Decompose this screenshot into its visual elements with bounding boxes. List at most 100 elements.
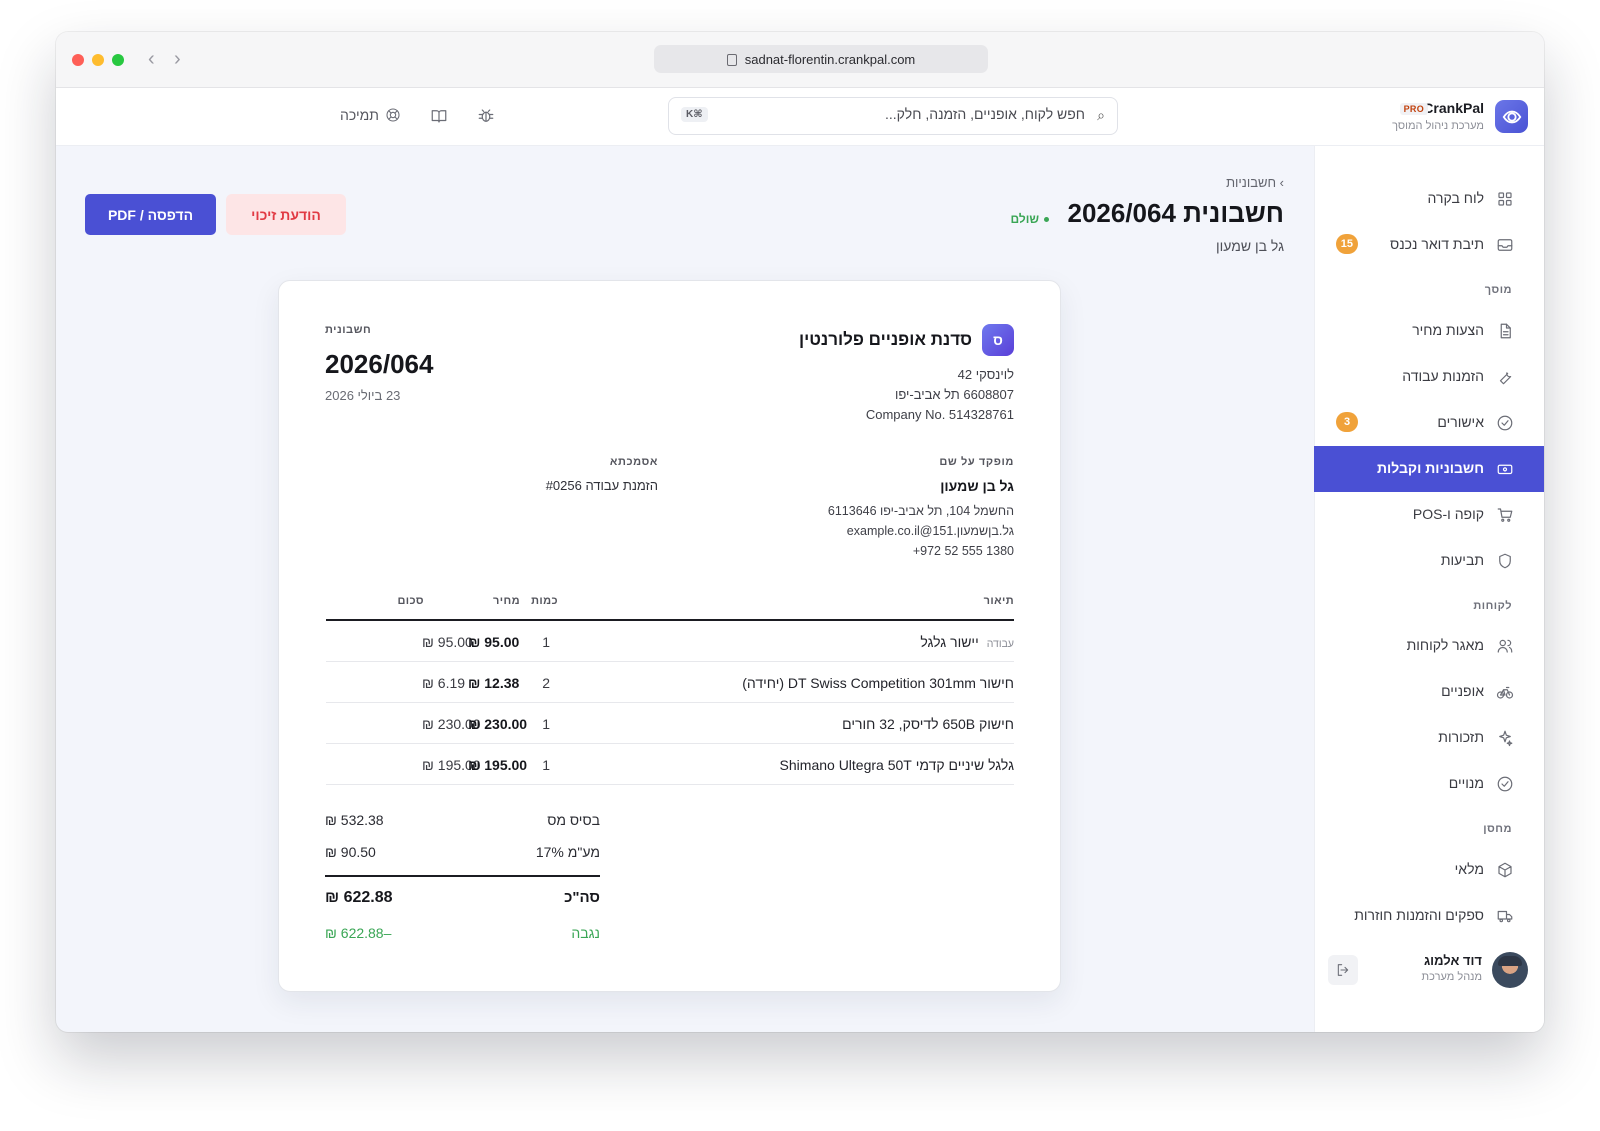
brand[interactable]: CrankPal PRO מערכת ניהול המוסך [1308,100,1528,136]
sidebar-item-label: לוח בקרה [1427,190,1484,206]
global-search[interactable]: ⌕ ⌘K [668,97,1118,135]
invoice-document: ס סדנת אופניים פלורנטין לוינסקי 42 66088… [278,280,1061,992]
sidebar-item-label: ספקים והזמנות חוזרות [1354,907,1484,923]
vat-label: מע"מ 17% [535,844,600,860]
inbox-icon [1497,239,1513,251]
browser-window: ‹ › sadnat-florentin.crankpal.com CrankP… [56,32,1544,1032]
user-name: דוד אלמוג [1423,953,1482,968]
sidebar-item-inventory[interactable]: מלאי [1314,847,1544,893]
customer-subtitle[interactable]: גל בן שמעון [1216,238,1284,254]
tax-base-value: ₪ 532.38 [325,812,384,828]
sidebar-item-label: הצעות מחיר [1412,322,1484,338]
bug-icon[interactable] [477,107,495,125]
business-address-line2: 6608807 תל אביב-יפו [894,387,1014,402]
sidebar-item-inbox[interactable]: תיבת דואר נכנס 15 [1314,222,1544,268]
column-header-description: תיאור [983,595,1014,607]
invoice-label: חשבונית [325,324,372,336]
sidebar-item-customer-db[interactable]: מאגר לקוחות [1314,623,1544,669]
sidebar-item-pos[interactable]: קופה ו-POS [1314,492,1544,538]
inbox-count-badge: 15 [1335,234,1358,254]
app-header: CrankPal PRO מערכת ניהול המוסך ⌕ ⌘K תמיכ… [56,88,1544,146]
table-row: גלגל שיניים קדמי Shimano Ultegra 50T 1 ₪… [326,744,1014,785]
sidebar-item-label: קופה ו-POS [1412,506,1484,522]
sidebar-item-label: מאגר לקוחות [1406,637,1484,653]
sidebar-item-label: אופניים [1441,683,1484,699]
wrench-icon [1499,372,1512,385]
column-header-price: מחיר [493,595,520,607]
maximize-window-button[interactable] [112,54,124,66]
sidebar-item-approvals[interactable]: אישורים 3 [1314,400,1544,446]
brand-logo-icon [1495,100,1528,133]
url-text: sadnat-florentin.crankpal.com [744,51,916,67]
paid-label: נגבה [571,925,600,941]
sidebar-item-label: תזכורות [1438,729,1484,745]
sidebar-item-reminders[interactable]: תזכורות [1314,715,1544,761]
sidebar-item-bicycles[interactable]: אופניים [1314,669,1544,715]
line-description: חישוק 650B לדיסק, 32 חורים [842,716,1014,732]
table-row: חישוק 650B לדיסק, 32 חורים 1 ₪ 230.00 ₪ … [326,703,1014,744]
support-label: תמיכה [340,107,379,123]
table-row: חישור DT Swiss Competition 301mm (יחידה)… [326,662,1014,703]
book-icon[interactable] [430,107,448,125]
check-circle-icon [1497,415,1513,431]
back-arrow-icon[interactable]: ‹ [148,48,155,70]
invoice-date: 23 ביולי 2026 [325,388,401,403]
brand-name: CrankPal [1423,100,1484,116]
customer-phone: +972 52 555 1380 [912,544,1014,558]
bicycle-icon [1496,686,1514,699]
dashboard-grid-icon [1498,192,1512,206]
sidebar-item-work-orders[interactable]: הזמנות עבודה [1314,354,1544,400]
customer-name: גל בן שמעון [940,478,1014,494]
paid-value: ₪ 622.88– [325,925,392,941]
sidebar-item-quotes[interactable]: הצעות מחיר [1314,308,1544,354]
column-header-amount: סכום [397,595,424,607]
close-window-button[interactable] [72,54,84,66]
line-amount: ₪ 95.00 [468,634,520,650]
sparkle-icon [1499,730,1513,747]
invoice-number: 2026/064 [325,349,434,379]
search-input[interactable] [755,106,1085,122]
issued-to-label: מופקד על שם [939,456,1014,468]
line-amount: ₪ 12.38 [468,675,520,691]
credit-note-button[interactable]: הודעת זיכוי [226,194,346,235]
line-quantity: 2 [542,675,550,691]
tax-base-label: בסיס מס [547,812,600,828]
sidebar-section-garage: מוסך [1484,284,1512,296]
user-role: מנהל מערכת [1421,971,1482,983]
print-pdf-button[interactable]: הדפסה / PDF [85,194,216,235]
line-tag: עבודה [986,638,1014,650]
sidebar-item-claims[interactable]: תביעות [1314,538,1544,584]
line-description-text: יישור גלגל [920,634,979,650]
sidebar-item-subscriptions[interactable]: מנויים [1314,761,1544,807]
sidebar-item-label: מלאי [1454,861,1484,877]
logout-button[interactable] [1328,955,1358,985]
reference-value: הזמנת עבודה #0256 [545,478,658,493]
check-circle-icon [1497,776,1513,792]
pro-badge: PRO [1399,103,1428,115]
cash-icon [1497,464,1513,475]
sidebar-item-suppliers[interactable]: ספקים והזמנות חוזרות [1314,893,1544,939]
address-bar[interactable]: sadnat-florentin.crankpal.com [654,45,988,73]
lifebuoy-icon [386,108,400,122]
forward-arrow-icon[interactable]: › [174,48,181,70]
business-address-line1: לוינסקי 42 [957,367,1014,382]
user-profile[interactable]: דוד אלמוג מנהל מערכת [1328,952,1528,988]
line-amount: ₪ 230.00 [468,716,528,732]
search-shortcut: ⌘K [681,107,708,122]
line-description: חישור DT Swiss Competition 301mm (יחידה) [742,675,1014,691]
sidebar-item-label: הזמנות עבודה [1402,368,1484,384]
line-amount: ₪ 195.00 [468,757,528,773]
sidebar-item-invoices[interactable]: חשבוניות וקבלות [1314,446,1544,492]
support-link[interactable]: תמיכה [340,107,401,123]
minimize-window-button[interactable] [92,54,104,66]
sidebar-item-label: חשבוניות וקבלות [1376,460,1484,476]
breadcrumb[interactable]: › חשבוניות [1226,175,1284,190]
status-label: שולם [1010,212,1039,226]
logout-icon [1337,964,1349,976]
column-header-quantity: כמות [531,595,558,607]
sidebar-item-dashboard[interactable]: לוח בקרה [1314,176,1544,222]
customer-address: החשמל 104, תל אביב-יפו 6113646 [827,504,1014,518]
totals-rule [325,875,600,877]
document-icon [1500,323,1511,339]
status-dot [1044,216,1049,222]
